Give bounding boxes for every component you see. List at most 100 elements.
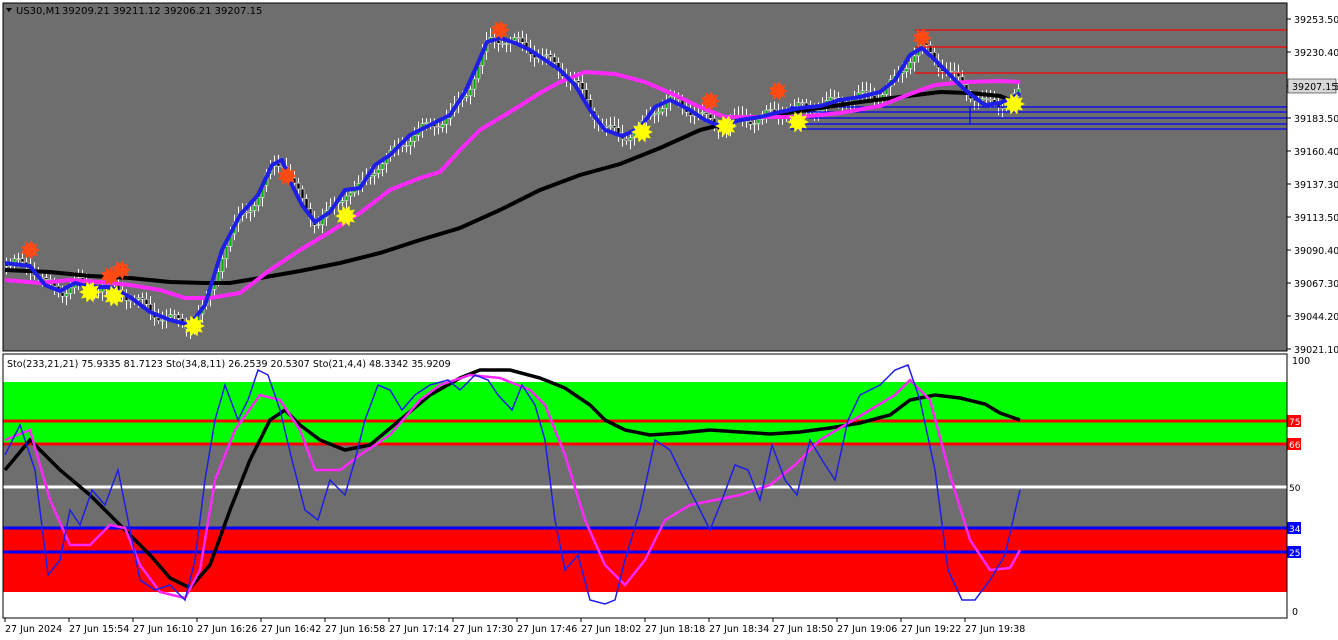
time-tick-label: 27 Jun 15:54 <box>69 624 129 635</box>
candle-body <box>140 297 145 300</box>
level-label: 75 <box>1289 418 1300 428</box>
candle-body <box>604 126 609 128</box>
time-tick-label: 27 Jun 18:34 <box>709 624 769 635</box>
candle-body <box>608 125 613 128</box>
time-tick-label: 27 Jun 16:26 <box>197 624 257 635</box>
symbol-header: US30,M1 39209.21 39211.12 39206.21 39207… <box>6 6 262 17</box>
candle-body <box>468 88 473 97</box>
neutral-zone <box>3 444 1287 487</box>
candle-body <box>908 62 913 69</box>
candle-body <box>660 108 665 113</box>
time-tick-label: 27 Jun 18:50 <box>773 624 833 635</box>
candle-body <box>172 314 177 316</box>
candle-body <box>580 82 585 90</box>
level-label: 25 <box>1289 549 1300 559</box>
neutral-lower-zone <box>3 487 1287 528</box>
candle-body <box>704 112 709 115</box>
candle-body <box>828 97 833 101</box>
candle-body <box>628 137 633 141</box>
candle-body <box>168 314 173 318</box>
price-tick-label: 39067.30 <box>1294 279 1338 290</box>
candle-body <box>248 210 253 213</box>
candle-body <box>316 224 321 227</box>
candle-body <box>64 293 69 297</box>
candle-body <box>552 56 557 63</box>
time-tick-label: 27 Jun 17:14 <box>389 624 449 635</box>
candle-body <box>300 188 305 199</box>
time-tick-label: 27 Jun 19:22 <box>901 624 961 635</box>
candle-body <box>144 299 149 305</box>
time-tick-label: 27 Jun 18:18 <box>645 624 705 635</box>
indicator-min-label: 0 <box>1292 607 1298 618</box>
time-tick-label: 27 Jun 2024 <box>5 624 62 635</box>
trading-chart[interactable]: US30,M1 39209.21 39211.12 39206.21 39207… <box>0 0 1338 640</box>
price-tick-label: 39090.40 <box>1294 246 1338 257</box>
candle-body <box>548 54 553 58</box>
candle-body <box>652 113 657 116</box>
candle-body <box>412 135 417 142</box>
candle-body <box>256 197 261 206</box>
candle-body <box>616 127 621 134</box>
candle-body <box>700 112 705 114</box>
current-price-label: 39207.15 <box>1292 82 1337 93</box>
candle-body <box>440 124 445 128</box>
candle-body <box>952 70 957 73</box>
price-tick-label: 39230.40 <box>1294 48 1338 59</box>
candle-body <box>500 43 505 45</box>
time-axis[interactable]: 27 Jun 2024 27 Jun 15:54 27 Jun 16:10 27 Ju… <box>4 618 1025 635</box>
candle-body <box>220 258 225 272</box>
candle-body <box>176 314 181 319</box>
candle-body <box>244 211 249 214</box>
price-tick-label: 39253.50 <box>1294 15 1338 26</box>
candle-body <box>912 55 917 63</box>
candle-body <box>860 90 865 94</box>
candle-body <box>136 297 141 300</box>
candle-body <box>796 102 801 107</box>
candle-body <box>20 258 25 263</box>
candle-body <box>60 292 65 297</box>
candle-body <box>544 54 549 57</box>
lower-band-zone <box>3 528 1287 552</box>
candle-body <box>612 125 617 129</box>
price-tick-label: 39183.50 <box>1294 114 1338 125</box>
candle-body <box>988 98 993 101</box>
candle-body <box>656 111 661 115</box>
time-tick-label: 27 Jun 19:06 <box>837 624 897 635</box>
time-tick-label: 27 Jun 18:02 <box>581 624 641 635</box>
candle-body <box>348 192 353 197</box>
candle-body <box>520 37 525 43</box>
candle-body <box>576 80 581 84</box>
candle-body <box>464 95 469 98</box>
time-tick-label: 27 Jun 17:30 <box>453 624 513 635</box>
candle-body <box>424 122 429 124</box>
candle-body <box>296 182 301 190</box>
price-tick-label: 39160.40 <box>1294 147 1338 158</box>
candle-body <box>156 317 161 322</box>
time-tick-label: 27 Jun 17:46 <box>517 624 577 635</box>
candle-body <box>516 37 521 39</box>
candle-body <box>904 68 909 72</box>
candle-body <box>984 98 989 100</box>
candle-body <box>864 90 869 93</box>
price-tick-label: 39044.20 <box>1294 312 1338 323</box>
price-tick-label: 39137.30 <box>1294 180 1338 191</box>
candle-body <box>624 138 629 141</box>
candle-body <box>928 44 933 53</box>
candle-body <box>512 37 517 41</box>
candle-body <box>800 102 805 104</box>
candle-body <box>404 145 409 147</box>
candle-body <box>832 97 837 99</box>
candle-body <box>376 169 381 174</box>
price-tick-label: 39021.10 <box>1294 345 1338 356</box>
level-label: 34 <box>1289 525 1301 535</box>
time-tick-label: 27 Jun 19:38 <box>965 624 1025 635</box>
candle-body <box>752 123 757 125</box>
candle-body <box>472 78 477 90</box>
candle-body <box>224 246 229 260</box>
price-axis[interactable]: 39253.50 39230.40 39207.15 39183.50 39160.40… <box>1287 15 1338 356</box>
candle-body <box>160 319 165 322</box>
symbol-label: US30,M1 <box>16 6 61 17</box>
candle-body <box>708 113 713 119</box>
candle-body <box>408 141 413 146</box>
time-tick-label: 27 Jun 16:10 <box>133 624 193 635</box>
